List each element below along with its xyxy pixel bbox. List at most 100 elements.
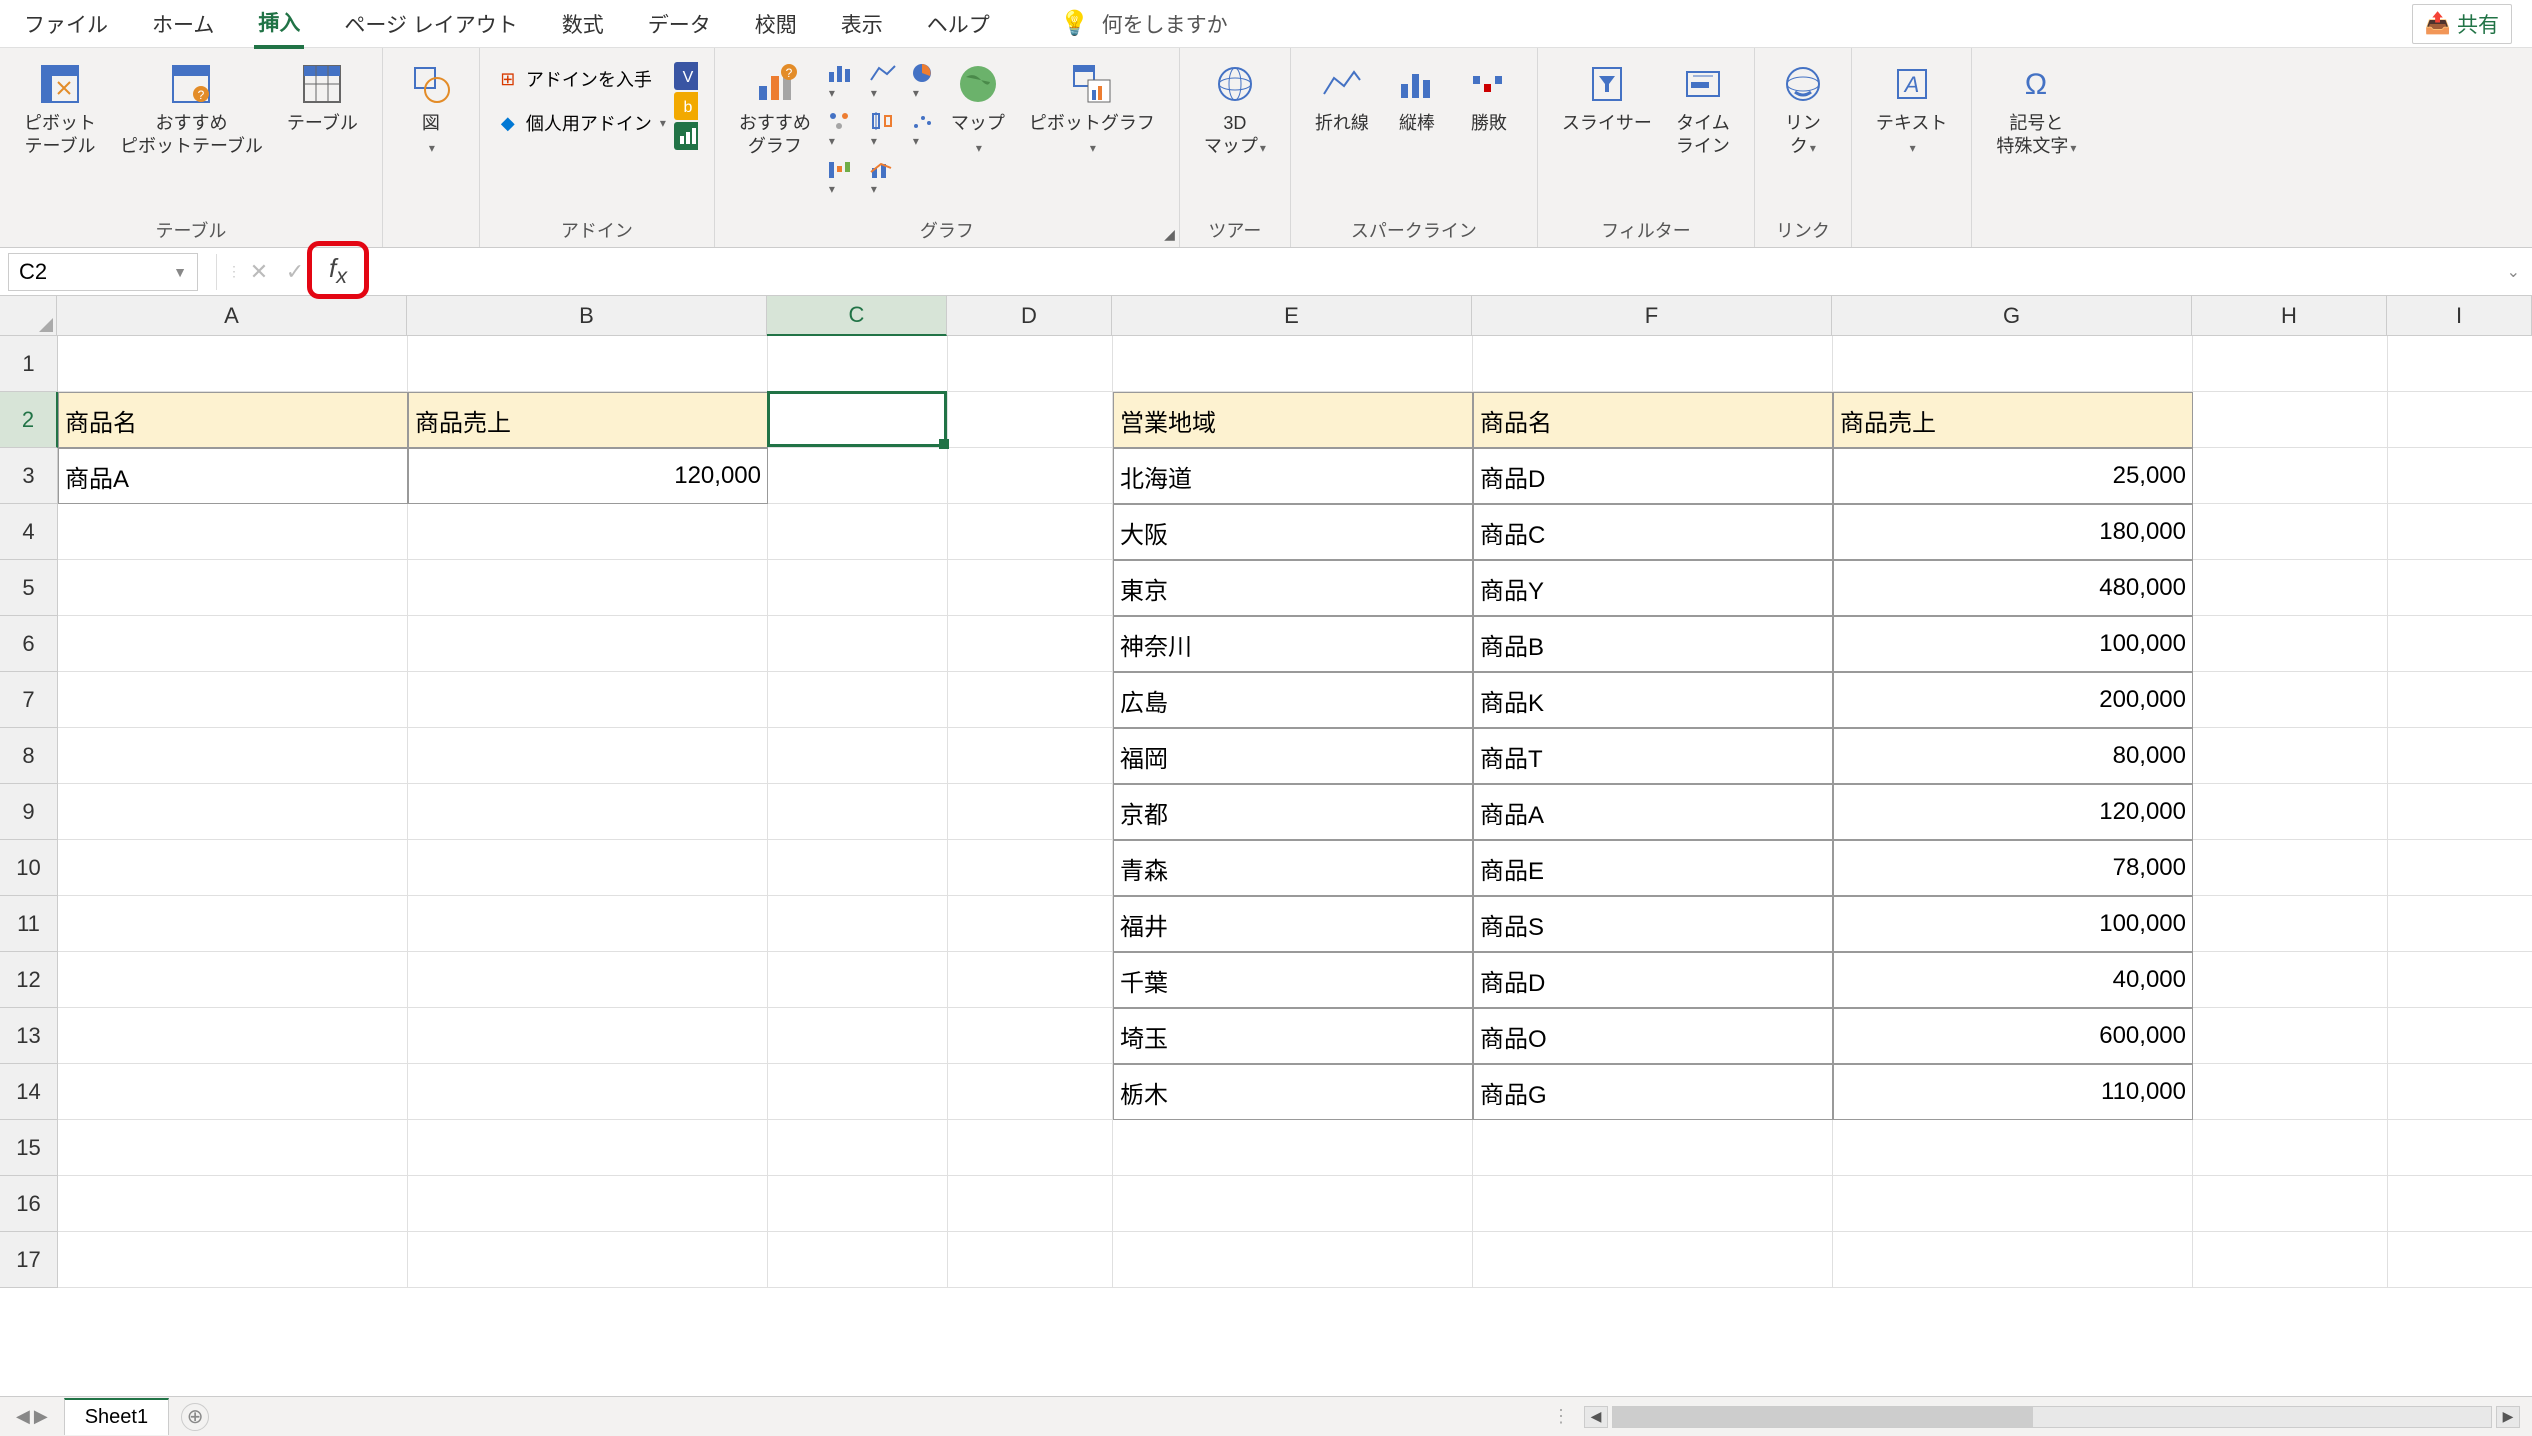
cell-H9[interactable] — [2193, 784, 2388, 840]
cell-G9[interactable]: 120,000 — [1833, 784, 2193, 840]
row-header-14[interactable]: 14 — [0, 1064, 58, 1120]
cell-H3[interactable] — [2193, 448, 2388, 504]
cell-C9[interactable] — [768, 784, 948, 840]
cell-G8[interactable]: 80,000 — [1833, 728, 2193, 784]
cancel-formula-button[interactable]: ✕ — [241, 254, 277, 290]
cell-E12[interactable]: 千葉 — [1113, 952, 1473, 1008]
cell-E4[interactable]: 大阪 — [1113, 504, 1473, 560]
illustrations-button[interactable]: 図▾ — [399, 56, 463, 163]
cell-D13[interactable] — [948, 1008, 1113, 1064]
cell-F13[interactable]: 商品O — [1473, 1008, 1833, 1064]
sparkline-column-button[interactable]: 縦棒 — [1385, 56, 1449, 139]
scatter-chart-button[interactable]: ▾ — [911, 110, 935, 150]
expand-formula-bar-button[interactable]: ⌄ — [2507, 262, 2520, 282]
cell-C10[interactable] — [768, 840, 948, 896]
share-button[interactable]: 📤 共有 — [2412, 4, 2512, 44]
cell-C16[interactable] — [768, 1176, 948, 1232]
column-header-F[interactable]: F — [1472, 296, 1832, 336]
cell-A5[interactable] — [58, 560, 408, 616]
column-header-G[interactable]: G — [1832, 296, 2192, 336]
cell-C5[interactable] — [768, 560, 948, 616]
cell-C2[interactable] — [768, 392, 948, 448]
tab-data[interactable]: データ — [644, 1, 715, 47]
cell-A13[interactable] — [58, 1008, 408, 1064]
cell-E1[interactable] — [1113, 336, 1473, 392]
column-header-D[interactable]: D — [947, 296, 1112, 336]
tab-insert[interactable]: 挿入 — [254, 0, 304, 49]
symbols-button[interactable]: Ω 記号と 特殊文字▾ — [1988, 56, 2084, 163]
cell-D5[interactable] — [948, 560, 1113, 616]
cell-F10[interactable]: 商品E — [1473, 840, 1833, 896]
cell-C8[interactable] — [768, 728, 948, 784]
cell-F14[interactable]: 商品G — [1473, 1064, 1833, 1120]
visio-icon[interactable]: V — [674, 64, 698, 88]
cell-C12[interactable] — [768, 952, 948, 1008]
cell-B17[interactable] — [408, 1232, 768, 1288]
cell-A10[interactable] — [58, 840, 408, 896]
cell-H16[interactable] — [2193, 1176, 2388, 1232]
combo-chart-button[interactable]: ▾ — [869, 158, 897, 198]
cell-F2[interactable]: 商品名 — [1473, 392, 1833, 448]
cell-G13[interactable]: 600,000 — [1833, 1008, 2193, 1064]
cell-H6[interactable] — [2193, 616, 2388, 672]
cell-D16[interactable] — [948, 1176, 1113, 1232]
cell-A8[interactable] — [58, 728, 408, 784]
cell-C7[interactable] — [768, 672, 948, 728]
scroll-thumb[interactable] — [1613, 1407, 2033, 1427]
row-header-11[interactable]: 11 — [0, 896, 58, 952]
tab-pagelayout[interactable]: ページ レイアウト — [340, 1, 521, 47]
cell-H8[interactable] — [2193, 728, 2388, 784]
cell-G5[interactable]: 480,000 — [1833, 560, 2193, 616]
column-header-E[interactable]: E — [1112, 296, 1472, 336]
cell-G11[interactable]: 100,000 — [1833, 896, 2193, 952]
tab-formulas[interactable]: 数式 — [558, 1, 608, 47]
cell-I7[interactable] — [2388, 672, 2532, 728]
cell-E16[interactable] — [1113, 1176, 1473, 1232]
cell-H17[interactable] — [2193, 1232, 2388, 1288]
cell-E8[interactable]: 福岡 — [1113, 728, 1473, 784]
cell-G12[interactable]: 40,000 — [1833, 952, 2193, 1008]
column-header-A[interactable]: A — [57, 296, 407, 336]
cell-G10[interactable]: 78,000 — [1833, 840, 2193, 896]
tab-view[interactable]: 表示 — [837, 1, 887, 47]
cell-C17[interactable] — [768, 1232, 948, 1288]
cells-area[interactable]: 商品名商品売上営業地域商品名商品売上商品A120,000北海道商品D25,000… — [58, 336, 2532, 1396]
scroll-right-button[interactable]: ▶ — [2496, 1406, 2520, 1428]
cell-I13[interactable] — [2388, 1008, 2532, 1064]
cell-A11[interactable] — [58, 896, 408, 952]
enter-formula-button[interactable]: ✓ — [277, 254, 313, 290]
drag-dots[interactable]: ⋮ — [1544, 1406, 1580, 1427]
cell-B9[interactable] — [408, 784, 768, 840]
row-header-6[interactable]: 6 — [0, 616, 58, 672]
cell-F7[interactable]: 商品K — [1473, 672, 1833, 728]
text-button[interactable]: A テキスト▾ — [1868, 56, 1955, 163]
cell-D11[interactable] — [948, 896, 1113, 952]
cell-F17[interactable] — [1473, 1232, 1833, 1288]
cell-H7[interactable] — [2193, 672, 2388, 728]
cell-C11[interactable] — [768, 896, 948, 952]
formula-input[interactable] — [363, 253, 2507, 291]
cell-D6[interactable] — [948, 616, 1113, 672]
tab-home[interactable]: ホーム — [148, 1, 218, 47]
cell-I15[interactable] — [2388, 1120, 2532, 1176]
cell-C13[interactable] — [768, 1008, 948, 1064]
cell-H1[interactable] — [2193, 336, 2388, 392]
cell-A16[interactable] — [58, 1176, 408, 1232]
cell-C4[interactable] — [768, 504, 948, 560]
cell-G16[interactable] — [1833, 1176, 2193, 1232]
pie-chart-button[interactable]: ▾ — [911, 62, 935, 102]
cell-B1[interactable] — [408, 336, 768, 392]
scroll-left-button[interactable]: ◀ — [1584, 1406, 1608, 1428]
cell-D10[interactable] — [948, 840, 1113, 896]
get-addins-button[interactable]: ⊞ アドインを入手 — [496, 66, 666, 92]
cell-H5[interactable] — [2193, 560, 2388, 616]
maps-button[interactable]: マップ▾ — [943, 56, 1013, 163]
cell-F6[interactable]: 商品B — [1473, 616, 1833, 672]
cell-E6[interactable]: 神奈川 — [1113, 616, 1473, 672]
tab-file[interactable]: ファイル — [20, 1, 112, 47]
cell-G2[interactable]: 商品売上 — [1833, 392, 2193, 448]
3d-map-button[interactable]: 3D マップ▾ — [1196, 56, 1274, 163]
cell-D17[interactable] — [948, 1232, 1113, 1288]
sparkline-line-button[interactable]: 折れ線 — [1307, 56, 1377, 139]
column-header-C[interactable]: C — [767, 296, 947, 336]
